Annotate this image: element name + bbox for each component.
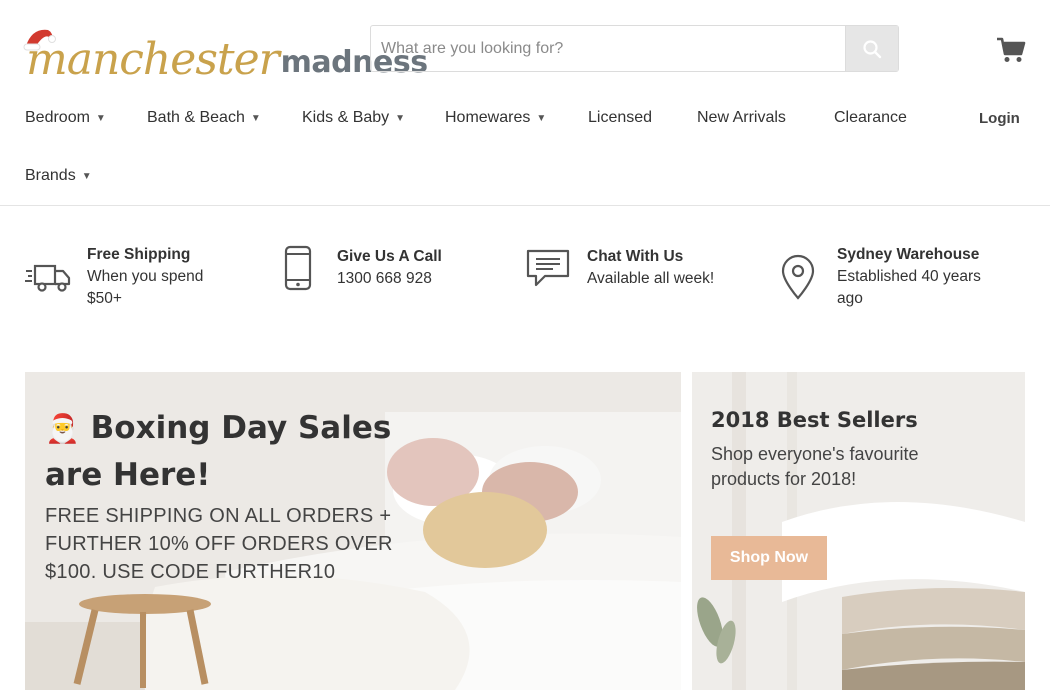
shop-now-button[interactable]: Shop Now [711, 536, 827, 580]
feature-title: Give Us A Call [337, 248, 442, 265]
santa-emoji-icon: 🎅 [45, 412, 80, 445]
search-button[interactable] [845, 26, 898, 71]
banner-title-text: Boxing Day Sales are Here! [45, 410, 392, 493]
site-header: manchester madness Bedroom ▼ Bath & Beac… [0, 0, 1050, 206]
chevron-down-icon: ▼ [395, 112, 406, 124]
banner-title: 2018 Best Sellers [711, 408, 918, 432]
santa-hat-icon [23, 29, 56, 51]
search-bar [370, 25, 899, 72]
cart-button[interactable] [995, 34, 1027, 66]
nav-item-bedroom[interactable]: Bedroom ▼ [25, 109, 106, 127]
logo-wordmark-manchester: manchester [26, 34, 280, 85]
nav-item-label: Brands [25, 167, 76, 184]
best-sellers-banner: 2018 Best Sellers Shop everyone's favour… [692, 372, 1025, 690]
feature-subtitle: Available all week! [587, 270, 715, 287]
nav-item-label: New Arrivals [697, 109, 786, 126]
nav-item-kids-baby[interactable]: Kids & Baby ▼ [302, 109, 405, 127]
search-input[interactable] [371, 26, 845, 71]
phone-icon [275, 244, 321, 292]
feature-chat-with-us: Chat With Us Available all week! [525, 244, 714, 292]
cart-icon [997, 37, 1026, 62]
nav-item-homewares[interactable]: Homewares ▼ [445, 109, 546, 127]
nav-item-label: Licensed [588, 109, 653, 126]
feature-title: Chat With Us [587, 248, 684, 265]
feature-subtitle: 1300 668 928 [337, 270, 432, 287]
feature-title: Free Shipping [87, 246, 191, 263]
nav-item-label: Clearance [834, 109, 907, 126]
search-icon [863, 39, 882, 58]
site-logo[interactable]: manchester madness [23, 18, 428, 85]
feature-subtitle: When you spend $50+ [87, 268, 204, 307]
chevron-down-icon: ▼ [250, 112, 261, 124]
banner-title: 🎅 Boxing Day Sales are Here! [45, 405, 405, 499]
nav-item-label: Bedroom [25, 109, 90, 126]
banner-subtitle: FREE SHIPPING ON ALL ORDERS + FURTHER 10… [45, 505, 393, 583]
feature-give-us-a-call: Give Us A Call 1300 668 928 [275, 244, 442, 292]
chevron-down-icon: ▼ [536, 112, 547, 124]
nav-item-brands[interactable]: Brands ▼ [25, 167, 92, 185]
nav-item-clearance[interactable]: Clearance [834, 109, 907, 127]
feature-title: Sydney Warehouse [837, 246, 980, 263]
delivery-truck-icon [25, 253, 71, 301]
boxing-day-sale-banner[interactable]: 🎅 Boxing Day Sales are Here! FREE SHIPPI… [25, 372, 681, 690]
nav-item-new-arrivals[interactable]: New Arrivals [697, 109, 786, 127]
nav-item-label: Kids & Baby [302, 109, 390, 126]
feature-subtitle: Established 40 years ago [837, 268, 981, 307]
nav-item-label: Homewares [445, 109, 531, 126]
nav-item-bath-beach[interactable]: Bath & Beach ▼ [147, 109, 261, 127]
nav-item-licensed[interactable]: Licensed [588, 109, 652, 127]
chat-icon [525, 244, 571, 292]
feature-sydney-warehouse: Sydney Warehouse Established 40 years ag… [775, 244, 1007, 310]
banner-subtitle: Shop everyone's favourite products for 2… [711, 444, 919, 489]
login-link[interactable]: Login [979, 110, 1020, 127]
nav-item-label: Bath & Beach [147, 109, 245, 126]
location-pin-icon [775, 253, 821, 301]
feature-free-shipping: Free Shipping When you spend $50+ [25, 244, 227, 310]
chevron-down-icon: ▼ [81, 170, 92, 182]
chevron-down-icon: ▼ [95, 112, 106, 124]
